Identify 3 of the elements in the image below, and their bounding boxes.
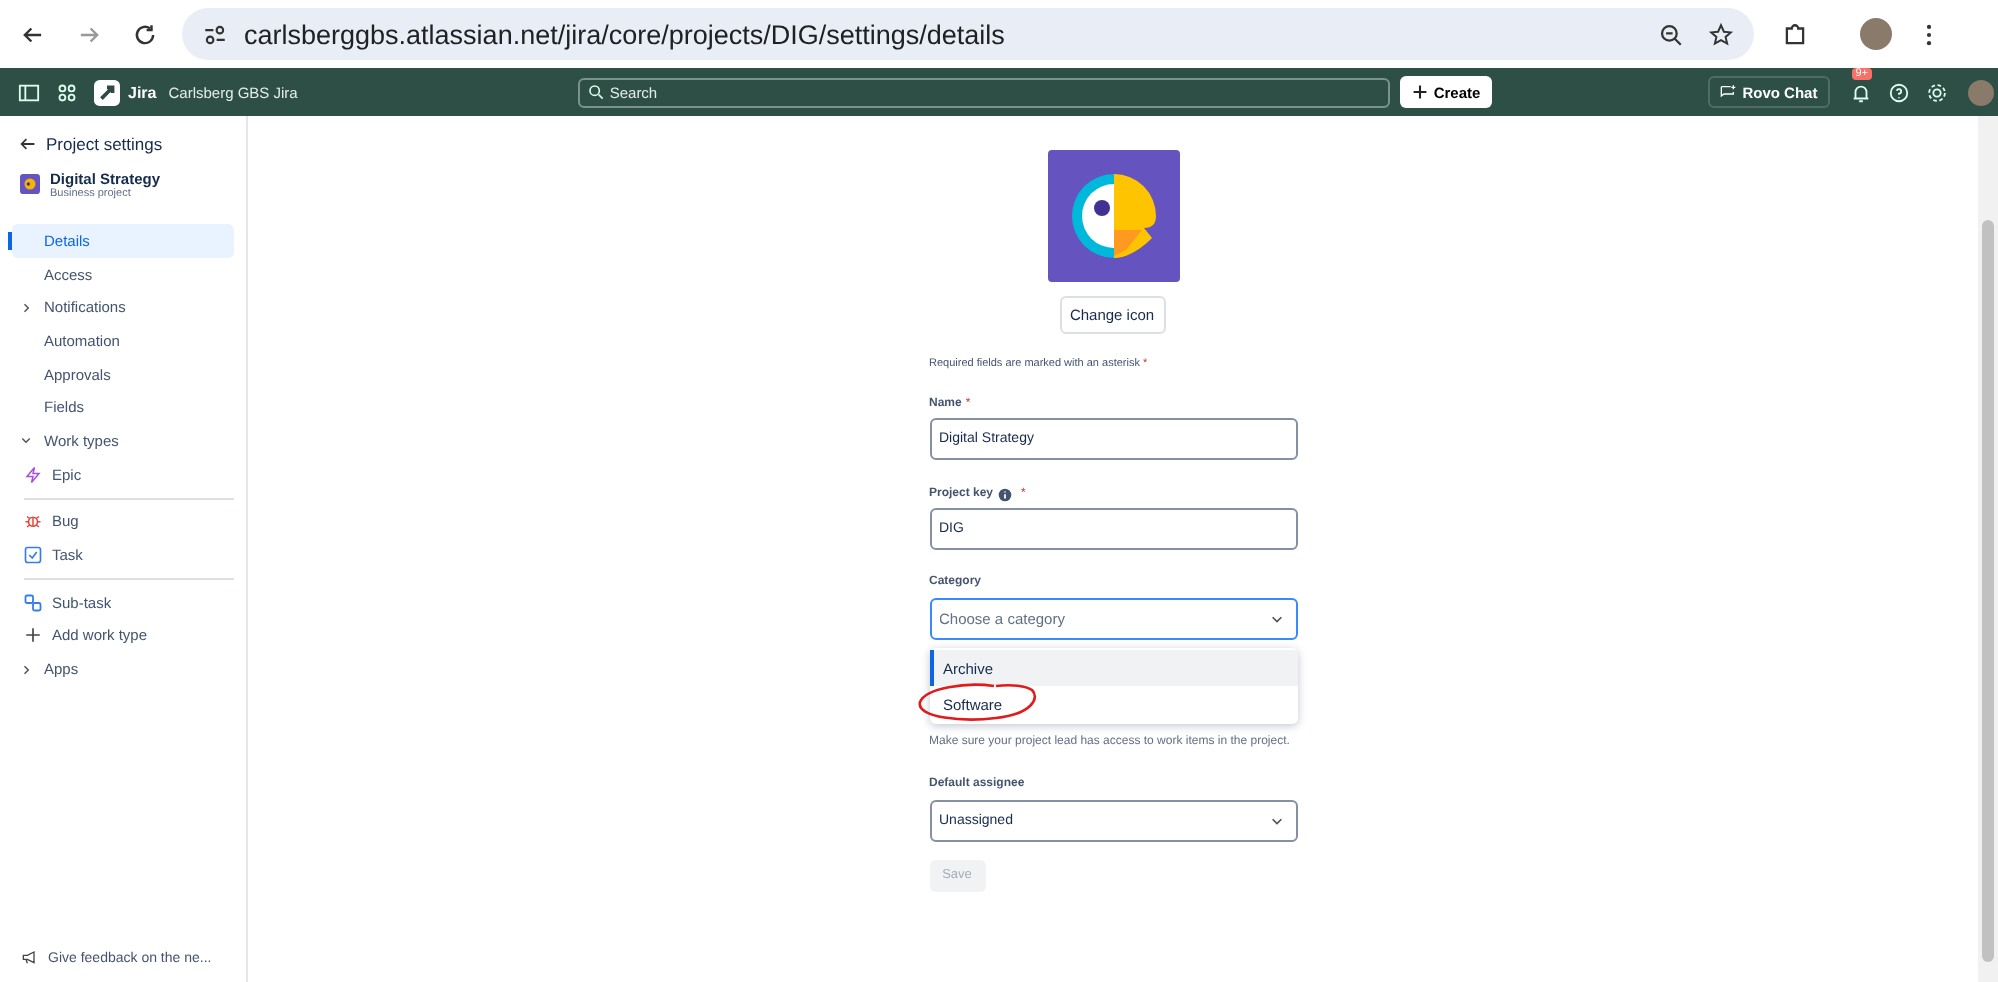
address-bar[interactable]: carlsberggbs.atlassian.net/jira/core/projects/DIG/settings/details xyxy=(182,8,1754,60)
product-name[interactable]: Jira xyxy=(128,83,157,101)
back-link[interactable]: Project settings xyxy=(20,132,246,154)
